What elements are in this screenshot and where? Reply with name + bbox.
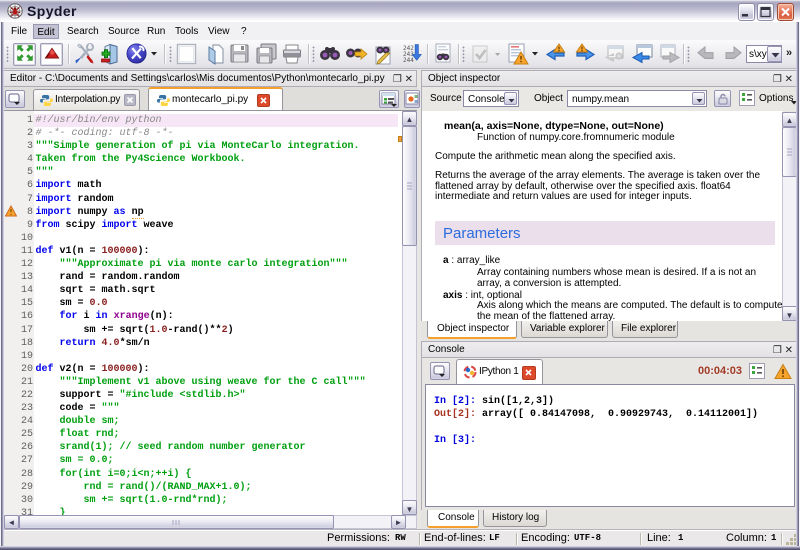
svg-text:244: 244 — [403, 57, 414, 64]
